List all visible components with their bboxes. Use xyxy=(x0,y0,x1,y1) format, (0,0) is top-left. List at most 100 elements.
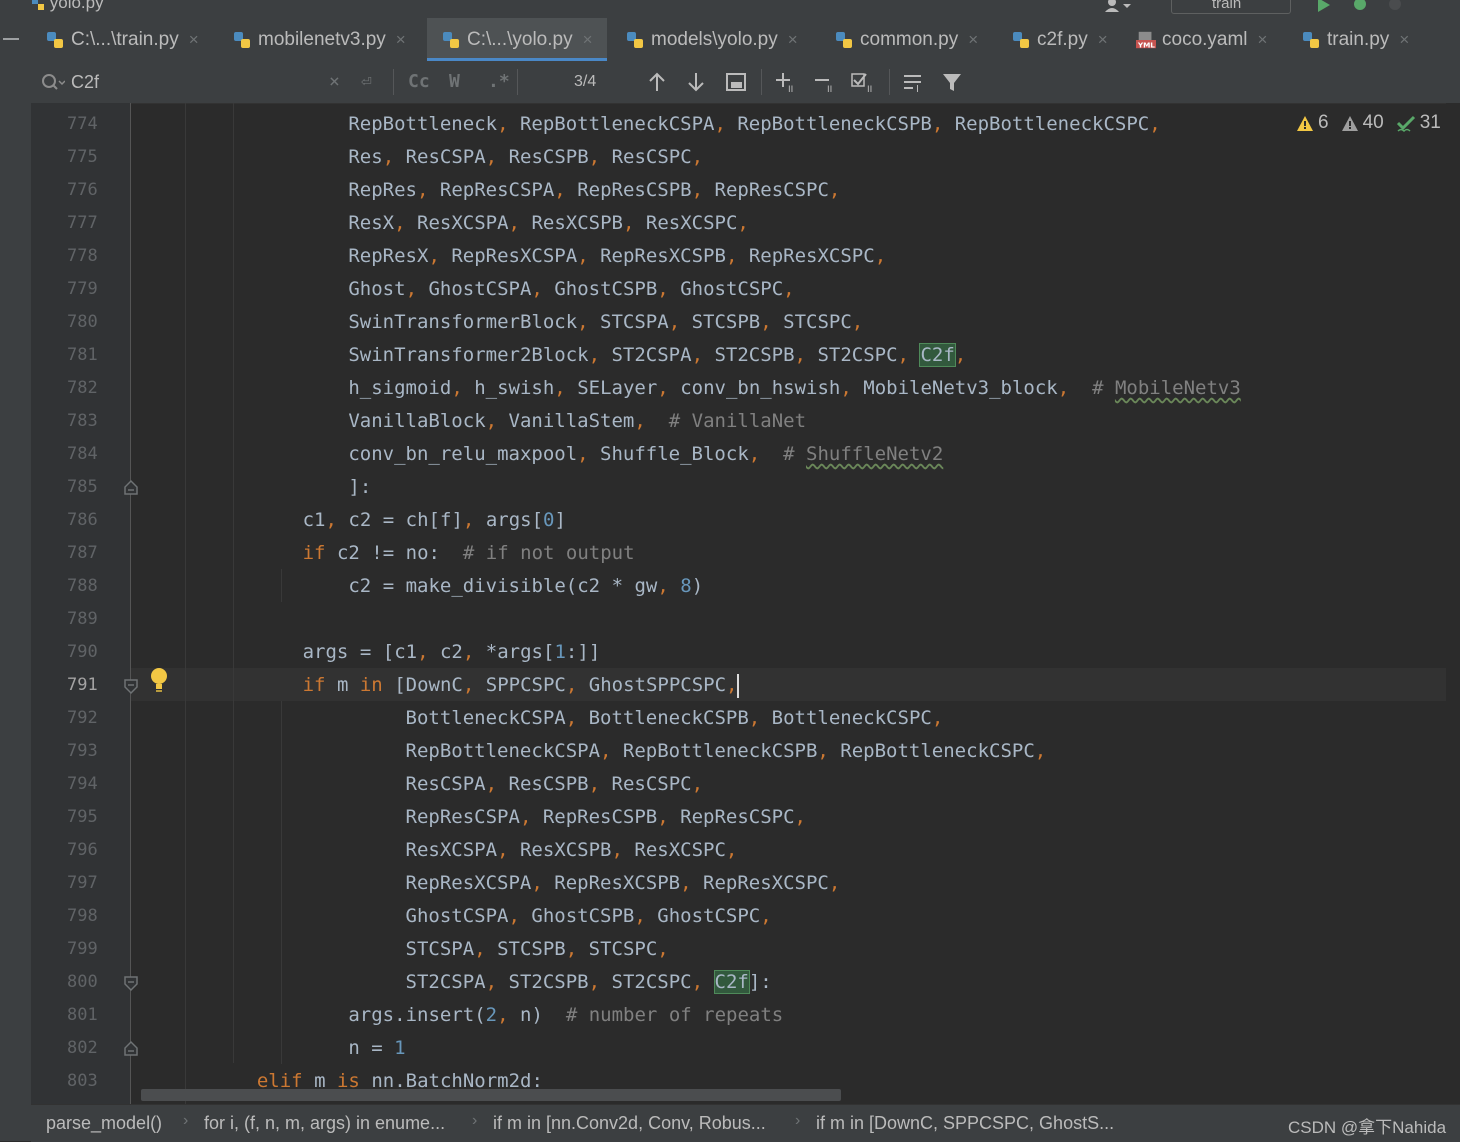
line-number[interactable]: 783 xyxy=(67,411,107,431)
code-line[interactable]: RepResX, RepResXCSPA, RepResXCSPB, RepRe… xyxy=(131,240,886,273)
line-number[interactable]: 802 xyxy=(67,1038,107,1058)
line-number[interactable]: 796 xyxy=(67,840,107,860)
search-input[interactable] xyxy=(71,71,311,93)
hide-panel-icon[interactable] xyxy=(3,38,19,40)
fold-start-icon[interactable] xyxy=(123,975,139,992)
select-all-occurrences-icon[interactable] xyxy=(726,73,746,91)
match-case-toggle[interactable]: Cc xyxy=(408,71,430,92)
close-icon[interactable]: × xyxy=(396,30,406,50)
close-icon[interactable]: × xyxy=(788,30,798,50)
code-line[interactable]: Ghost, GhostCSPA, GhostCSPB, GhostCSPC, xyxy=(131,273,794,306)
close-icon[interactable]: × xyxy=(1399,30,1409,50)
fold-end-icon[interactable] xyxy=(123,1040,139,1057)
code-line[interactable]: BottleneckCSPA, BottleneckCSPB, Bottlene… xyxy=(131,702,944,735)
code-line[interactable]: RepBottleneck, RepBottleneckCSPA, RepBot… xyxy=(131,108,1160,141)
code-line[interactable]: SwinTransformerBlock, STCSPA, STCSPB, ST… xyxy=(131,306,863,339)
line-number[interactable]: 801 xyxy=(67,1005,107,1025)
breadcrumb-item[interactable]: parse_model() xyxy=(46,1113,162,1134)
line-number[interactable]: 774 xyxy=(67,114,107,134)
intention-bulb-icon[interactable] xyxy=(150,667,168,693)
code-line[interactable]: VanillaBlock, VanillaStem, # VanillaNet xyxy=(131,405,806,438)
arrow-down-icon[interactable] xyxy=(687,72,705,92)
error-count[interactable]: 6 xyxy=(1296,112,1329,134)
fold-start-icon[interactable] xyxy=(123,678,139,695)
whole-words-toggle[interactable]: W xyxy=(449,71,460,92)
breadcrumb-item[interactable]: if m in [nn.Conv2d, Conv, Robus... xyxy=(493,1113,766,1134)
code-line[interactable]: h_sigmoid, h_swish, SELayer, conv_bn_hsw… xyxy=(131,372,1240,405)
horizontal-scrollbar-thumb[interactable] xyxy=(141,1089,841,1101)
tab-coco-yaml[interactable]: YML coco.yaml × xyxy=(1136,18,1267,61)
code-line[interactable]: RepResXCSPA, RepResXCSPB, RepResXCSPC, xyxy=(131,867,841,900)
line-number[interactable]: 803 xyxy=(67,1071,107,1091)
run-config-dropdown[interactable]: train xyxy=(1171,0,1291,14)
line-number[interactable]: 791 xyxy=(67,675,107,695)
vertical-scrollbar[interactable] xyxy=(1446,103,1460,1104)
warning-count[interactable]: 40 xyxy=(1341,112,1384,134)
line-number[interactable]: 777 xyxy=(67,213,107,233)
code-line[interactable]: ]: xyxy=(131,471,371,504)
line-number[interactable]: 798 xyxy=(67,906,107,926)
code-line[interactable]: ResX, ResXCSPA, ResXCSPB, ResXCSPC, xyxy=(131,207,748,240)
line-number[interactable]: 778 xyxy=(67,246,107,266)
tab-c2f-py[interactable]: c2f.py × xyxy=(1011,18,1108,61)
line-number[interactable]: 792 xyxy=(67,708,107,728)
typo-count[interactable]: 31 xyxy=(1396,112,1441,134)
line-number[interactable]: 781 xyxy=(67,345,107,365)
tab-train-py-1[interactable]: C:\...\train.py × xyxy=(45,18,199,61)
code-line[interactable]: RepResCSPA, RepResCSPB, RepResCSPC, xyxy=(131,801,806,834)
code-line[interactable]: args = [c1, c2, *args[1:]] xyxy=(131,636,601,669)
code-line[interactable]: conv_bn_relu_maxpool, Shuffle_Block, # S… xyxy=(131,438,943,471)
line-number[interactable]: 782 xyxy=(67,378,107,398)
tab-train-py-2[interactable]: train.py × xyxy=(1301,18,1409,61)
tab-yolo-py-active[interactable]: C:\...\yolo.py × xyxy=(427,18,607,61)
code-line[interactable]: SwinTransformer2Block, ST2CSPA, ST2CSPB,… xyxy=(131,339,966,372)
code-line[interactable]: if c2 != no: # if not output xyxy=(131,537,635,570)
code-line[interactable] xyxy=(131,603,165,636)
close-icon[interactable]: × xyxy=(583,30,593,50)
debug-icon[interactable] xyxy=(1351,0,1369,12)
tab-mobilenetv3-py[interactable]: mobilenetv3.py × xyxy=(232,18,406,61)
line-number[interactable]: 797 xyxy=(67,873,107,893)
select-all-icon[interactable]: II xyxy=(851,71,879,93)
line-number[interactable]: 793 xyxy=(67,741,107,761)
line-number[interactable]: 787 xyxy=(67,543,107,563)
search-icon[interactable] xyxy=(41,73,65,91)
code-line[interactable]: ST2CSPA, ST2CSPB, ST2CSPC, C2f]: xyxy=(131,966,772,999)
tab-models-yolo-py[interactable]: models\yolo.py × xyxy=(625,18,798,61)
code-line[interactable]: ResCSPA, ResCSPB, ResCSPC, xyxy=(131,768,704,801)
line-number[interactable]: 795 xyxy=(67,807,107,827)
code-line[interactable]: c2 = make_divisible(c2 * gw, 8) xyxy=(131,570,703,603)
line-number[interactable]: 780 xyxy=(67,312,107,332)
run-icon[interactable] xyxy=(1316,0,1332,12)
breadcrumb-item[interactable]: for i, (f, n, m, args) in enume... xyxy=(204,1113,445,1134)
tab-common-py[interactable]: common.py × xyxy=(834,18,978,61)
inspection-widget[interactable]: 6 40 31 xyxy=(1296,112,1449,134)
code-line[interactable]: c1, c2 = ch[f], args[0] xyxy=(131,504,566,537)
profile-icon[interactable] xyxy=(1386,0,1404,12)
line-number[interactable]: 785 xyxy=(67,477,107,497)
code-line[interactable]: Res, ResCSPA, ResCSPB, ResCSPC, xyxy=(131,141,703,174)
breadcrumb-item[interactable]: if m in [DownC, SPPCSPC, GhostS... xyxy=(816,1113,1114,1134)
code-line[interactable]: ResXCSPA, ResXCSPB, ResXCSPC, xyxy=(131,834,738,867)
code-line[interactable]: STCSPA, STCSPB, STCSPC, xyxy=(131,933,669,966)
user-icon[interactable] xyxy=(1103,0,1131,12)
line-number[interactable]: 799 xyxy=(67,939,107,959)
code-line[interactable]: RepBottleneckCSPA, RepBottleneckCSPB, Re… xyxy=(131,735,1047,768)
regex-toggle[interactable]: .* xyxy=(488,71,510,92)
code-line[interactable]: args.insert(2, n) # number of repeats xyxy=(131,999,783,1032)
code-line[interactable]: GhostCSPA, GhostCSPB, GhostCSPC, xyxy=(131,900,772,933)
line-number[interactable]: 788 xyxy=(67,576,107,596)
line-number[interactable]: 784 xyxy=(67,444,107,464)
line-number[interactable]: 775 xyxy=(67,147,107,167)
fold-end-icon[interactable] xyxy=(123,479,139,496)
close-icon[interactable]: × xyxy=(189,30,199,50)
filter-search-results-icon[interactable]: I xyxy=(903,73,925,93)
line-number[interactable]: 794 xyxy=(67,774,107,794)
filter-icon[interactable] xyxy=(942,73,962,93)
add-occurrence-icon[interactable]: II xyxy=(774,71,800,93)
line-number[interactable]: 789 xyxy=(67,609,107,629)
line-number[interactable]: 779 xyxy=(67,279,107,299)
remove-occurrence-icon[interactable]: II xyxy=(813,71,839,93)
line-number[interactable]: 776 xyxy=(67,180,107,200)
clear-search-icon[interactable]: × xyxy=(329,71,340,92)
